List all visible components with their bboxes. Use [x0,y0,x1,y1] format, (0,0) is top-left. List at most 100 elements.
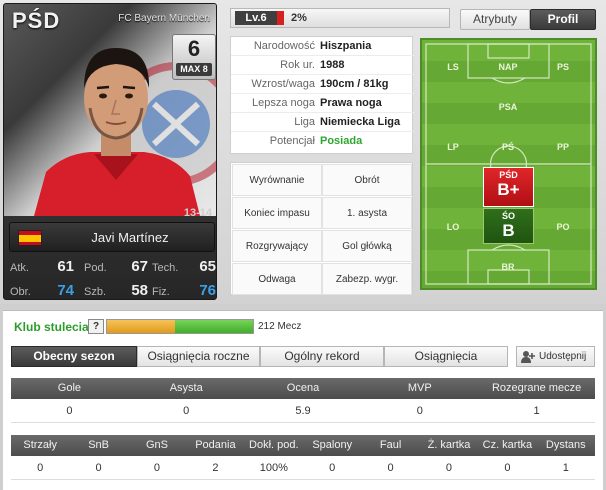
tab-overall-record[interactable]: Ogólny rekord [260,346,384,367]
overall-rating-badge: 6 MAX 8 [172,34,216,80]
table-header-cell: Ż. kartka [427,439,471,451]
table-value-cell: 0 [387,462,394,474]
main-position-badge[interactable]: PŚD B+ [483,167,534,207]
level-percent: 2% [291,12,307,24]
info-row-nationality: Narodowość Hiszpania [231,37,414,56]
table-header-cell: Faul [379,439,402,451]
info-row-league: Liga Niemiecka Liga [231,113,414,132]
table-header-cell: SnB [88,439,109,451]
club-century-title: Klub stulecia [14,320,89,334]
player-profile-panel: PŚD FC Bayern München 6 MAX 8 13-14 Javi… [0,0,606,304]
season-stats-panel: Klub stulecia ? 212 Mecz Obecny sezon Os… [3,310,603,490]
stats-table-2-row: 0 0 0 2 100% 0 0 0 0 1 [11,458,595,480]
table-header-cell: Podania [195,439,236,451]
max-rating: MAX 8 [176,63,212,76]
stat-physical: Fiz. 76 [152,282,216,299]
pitch-label: PO [556,222,570,232]
share-button[interactable]: Udostępnij [516,346,595,367]
table-header-cell: Ocena [286,382,320,394]
stat-speed: Szb. 58 [84,282,148,299]
table-value-cell: 1 [533,405,540,417]
level-bar: Lv.6 2% [230,8,450,28]
skill-item[interactable]: Odwaga [232,263,322,295]
player-info-table: Narodowość Hiszpania Rok ur. 1988 Wzrost… [230,36,414,154]
card-position: PŚD [12,8,61,33]
pitch-lines [425,43,592,285]
table-value-cell: 0 [95,462,102,474]
player-card: PŚD FC Bayern München 6 MAX 8 13-14 Javi… [3,3,217,300]
table-value-cell: 0 [37,462,44,474]
table-header-cell: Dokł. pod. [249,439,299,451]
add-user-icon [521,351,535,363]
info-row-birth-year: Rok ur. 1988 [231,56,414,75]
table-value-cell: 2 [212,462,219,474]
table-value-cell: 1 [562,462,569,474]
skill-item[interactable]: Obrót [322,164,412,196]
stat-technique: Tech. 65 [152,258,216,275]
tab-attributes[interactable]: Atrybuty [460,9,530,30]
tab-achievements[interactable]: Osiągnięcia [384,346,508,367]
skill-item[interactable]: Zabezp. wygr. [322,263,412,295]
pitch-label: LO [446,222,460,232]
pitch-label: PP [556,142,569,152]
info-row-potential: Potencjał Posiada [269,135,363,147]
skill-item[interactable]: 1. asysta [322,197,412,229]
card-club-name: FC Bayern München [118,13,210,24]
table-header-cell: Spalony [312,439,353,451]
level-label: Lv.6 [235,11,277,25]
pitch-label: PSA [498,102,518,112]
stats-table-1-row: 0 0 5.9 0 1 [11,401,595,423]
table-header-cell: Cz. kartka [482,439,533,451]
stat-passing: Pod. 67 [84,258,148,275]
table-value-cell: 0 [66,405,73,417]
table-value-cell: 0 [416,405,423,417]
skill-item[interactable]: Gol główką [322,230,412,262]
player-name: Javi Martínez [91,230,169,245]
table-value-cell: 0 [329,462,336,474]
tab-current-season[interactable]: Obecny sezon [11,346,137,367]
info-row-height-weight: Wzrost/waga 190cm / 81kg [231,75,414,94]
progress-segment-second [175,320,253,333]
table-value-cell: 0 [183,405,190,417]
table-header-cell: Strzały [23,439,57,451]
info-row-preferred-foot: Lepsza noga Prawa noga [231,94,414,113]
skill-item[interactable]: Wyrównanie [232,164,322,196]
pitch-label: LS [447,62,459,72]
stat-attack: Atk. 61 [10,258,74,275]
pitch-label: PŚ [501,142,514,152]
table-header-cell: Dystans [545,439,586,451]
tab-yearly-achievements[interactable]: Osiągnięcia roczne [137,346,260,367]
pitch-label: BR [501,262,515,272]
progress-segment-first [107,320,175,333]
table-value-cell: 0 [153,462,161,474]
skill-item[interactable]: Koniec impasu [232,197,322,229]
player-skills-grid: Wyrównanie Obrót Koniec impasu 1. asysta… [230,162,413,295]
pitch-label: PS [556,62,569,72]
level-progress-fill [277,11,284,25]
season-tag: 13-14 [183,207,212,219]
pitch-label: NAP [498,62,518,72]
stats-table-1-header: Gole Asysta Ocena MVP Rozegrane mecze [11,378,595,399]
table-header-cell: Gole [57,382,82,394]
pitch-label: LP [447,142,459,152]
spain-flag-icon [18,230,42,246]
table-header-cell: Asysta [169,382,203,394]
player-name-bar: Javi Martínez [9,222,215,252]
help-button[interactable]: ? [88,319,104,334]
overall-rating: 6 [187,36,201,61]
table-value-cell: 0 [445,462,453,474]
table-header-cell: GnS [145,439,168,451]
skill-item[interactable]: Rozgrywający [232,230,322,262]
tab-profile[interactable]: Profil [530,9,596,30]
table-value-cell: 0 [504,462,511,474]
position-pitch: LS NAP PS PSA LP PŚ PP LO PO BR PŚD B+ Ś… [420,38,597,290]
matches-count: 212 Mecz [258,321,302,332]
alt-position-badge[interactable]: ŚO B [483,208,534,244]
table-header-cell: Rozegrane mecze [491,382,582,394]
stat-defense: Obr. 74 [10,282,74,299]
table-header-cell: MVP [407,382,432,394]
table-value-cell: 5.9 [295,405,311,417]
table-value-cell: 100% [259,462,288,474]
club-century-progress [106,319,254,334]
stats-table-2-header: Strzały SnB GnS Podania Dokł. pod. Spalony Fau… [11,435,595,456]
